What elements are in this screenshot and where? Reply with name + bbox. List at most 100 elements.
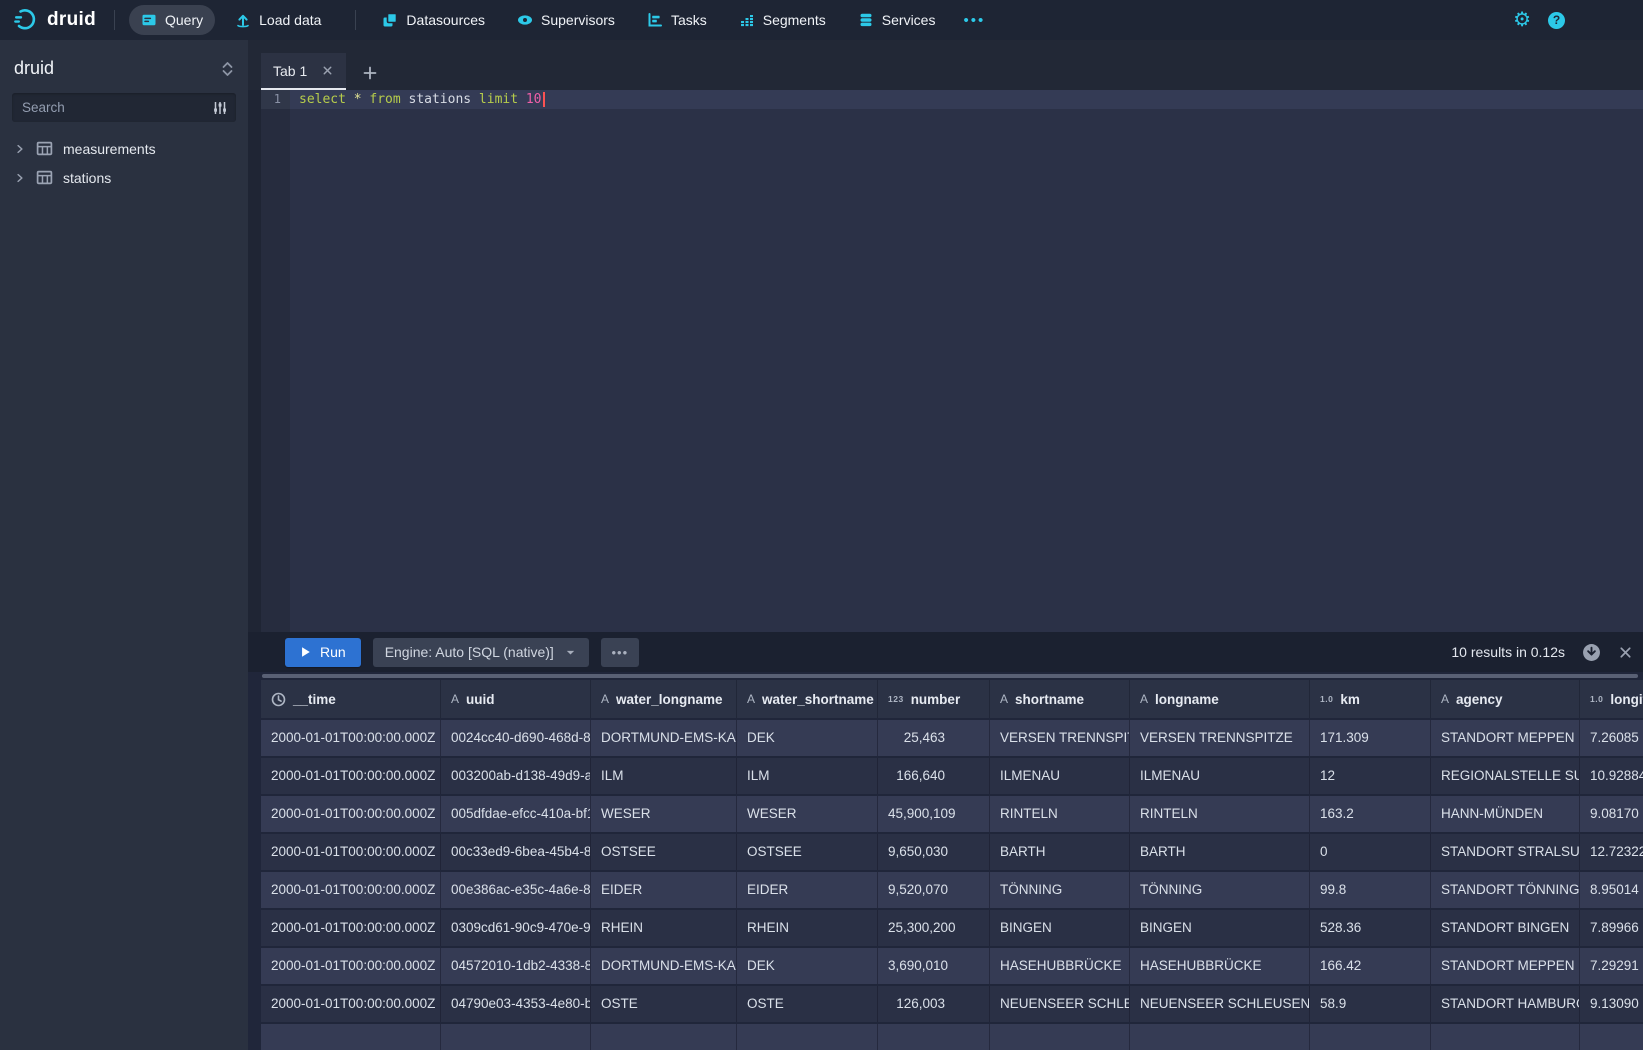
column-header-time[interactable]: __time	[261, 680, 441, 718]
table-row[interactable]: 2000-01-01T00:00:00.000Z 04572010-1db2-4…	[261, 948, 1643, 986]
table-cell: 0309cd61-90c9-470e-99	[441, 910, 591, 946]
table-cell: 163.2	[1310, 796, 1431, 832]
table-row[interactable]: 2000-01-01T00:00:00.000Z 005dfdae-efcc-4…	[261, 796, 1643, 834]
table-cell: 2000-01-01T00:00:00.000Z	[261, 986, 441, 1022]
engine-label: Engine: Auto [SQL (native)]	[385, 644, 554, 660]
table-cell: 25,300,200	[878, 910, 990, 946]
column-header-longitude[interactable]: 1.0 longitude	[1580, 680, 1643, 718]
table-cell: BARTH	[1130, 834, 1310, 870]
table-cell: 2000-01-01T00:00:00.000Z	[261, 720, 441, 756]
column-header-water-shortname[interactable]: A water_shortname	[737, 680, 878, 718]
table-cell: STANDORT BINGEN	[1431, 910, 1580, 946]
nav-item-query[interactable]: Query	[129, 5, 215, 35]
text-cursor	[543, 92, 545, 107]
editor-code-area[interactable]: select*fromstationslimit10	[290, 90, 1643, 632]
table-row[interactable]: 2000-01-01T00:00:00.000Z 003200ab-d138-4…	[261, 758, 1643, 796]
column-header-water-longname[interactable]: A water_longname	[591, 680, 737, 718]
nav-item-label: Load data	[259, 12, 321, 28]
column-header-number[interactable]: 123 number	[878, 680, 990, 718]
nav-item-datasources[interactable]: Datasources	[370, 5, 497, 35]
top-navbar: druid Query Load data Datasources	[0, 0, 1643, 40]
column-header-longname[interactable]: A longname	[1130, 680, 1310, 718]
schema-sidebar: druid	[0, 40, 248, 1050]
table-cell: 9.13090	[1580, 986, 1643, 1022]
nav-item-services[interactable]: Services	[846, 5, 948, 35]
table-cell: HASEHUBBRÜCKE	[1130, 948, 1310, 984]
column-header-uuid[interactable]: A uuid	[441, 680, 591, 718]
float-type-icon: 1.0	[1320, 694, 1333, 704]
column-name: longname	[1155, 692, 1219, 707]
table-cell: ILM	[737, 758, 878, 794]
table-cell: 10.92884	[1580, 758, 1643, 794]
number-type-icon: 123	[888, 694, 904, 704]
table-row[interactable]: 2000-01-01T00:00:00.000Z 04790e03-4353-4…	[261, 986, 1643, 1024]
sidebar-title: druid	[14, 58, 54, 79]
table-row[interactable]: 2000-01-01T00:00:00.000Z 00c33ed9-6bea-4…	[261, 834, 1643, 872]
table-icon	[36, 140, 53, 157]
table-cell: VERSEN TRENNSPITZE	[990, 720, 1130, 756]
column-name: water_longname	[616, 692, 723, 707]
table-cell: 9,650,030	[878, 834, 990, 870]
table-cell: 171.309	[1310, 720, 1431, 756]
help-icon[interactable]: ?	[1548, 12, 1565, 29]
add-tab-button[interactable]	[362, 65, 378, 81]
close-tab-icon[interactable]	[321, 64, 334, 77]
table-cell: 04572010-1db2-4338-85	[441, 948, 591, 984]
table-cell: 528.36	[1310, 910, 1431, 946]
filter-sliders-icon[interactable]	[212, 100, 228, 116]
close-results-button[interactable]	[1618, 645, 1633, 660]
table-cell: 2000-01-01T00:00:00.000Z	[261, 872, 441, 908]
table-row[interactable]: 2000-01-01T00:00:00.000Z 00e386ac-e35c-4…	[261, 872, 1643, 910]
gear-icon[interactable]: ⚙	[1513, 10, 1531, 30]
druid-logo[interactable]: druid	[14, 8, 96, 32]
sql-query-line[interactable]: select*fromstationslimit10	[290, 90, 1643, 109]
table-row[interactable]: 2000-01-01T00:00:00.000Z 0024cc40-d690-4…	[261, 720, 1643, 758]
column-header-agency[interactable]: A agency	[1431, 680, 1580, 718]
chevron-right-icon	[14, 172, 26, 184]
sidebar-item-stations[interactable]: stations	[0, 163, 248, 192]
table-cell: 58.9	[1310, 986, 1431, 1022]
double-caret-vertical-icon[interactable]	[221, 61, 234, 77]
table-cell: 166,640	[878, 758, 990, 794]
supervisors-icon	[517, 12, 533, 28]
column-header-km[interactable]: 1.0 km	[1310, 680, 1431, 718]
nav-item-segments[interactable]: Segments	[727, 5, 838, 35]
table-cell: STANDORT STRALSUND	[1431, 834, 1580, 870]
column-header-shortname[interactable]: A shortname	[990, 680, 1130, 718]
run-button[interactable]: Run	[285, 638, 361, 667]
query-more-button[interactable]: •••	[601, 638, 639, 667]
table-cell: 166.42	[1310, 948, 1431, 984]
table-cell: 0	[1310, 834, 1431, 870]
table-cell: HANN-MÜNDEN	[1431, 796, 1580, 832]
nav-more-button[interactable]: •••	[955, 12, 993, 29]
tab-1[interactable]: Tab 1	[261, 53, 346, 90]
nav-divider	[355, 10, 356, 30]
tree-item-label: stations	[63, 170, 111, 186]
table-row[interactable]: 2000-01-01T00:00:00.000Z 0309cd61-90c9-4…	[261, 910, 1643, 948]
nav-item-supervisors[interactable]: Supervisors	[505, 5, 627, 35]
plus-icon	[362, 65, 378, 81]
nav-item-label: Segments	[763, 12, 826, 28]
sql-editor[interactable]: 1 select*fromstationslimit10	[248, 90, 1643, 632]
horizontal-scrollbar[interactable]	[262, 674, 1638, 678]
nav-item-tasks[interactable]: Tasks	[635, 5, 719, 35]
line-number: 1	[261, 90, 290, 109]
table-cell: HASEHUBBRÜCKE	[990, 948, 1130, 984]
sidebar-item-measurements[interactable]: measurements	[0, 134, 248, 163]
table-cell: DEK	[737, 948, 878, 984]
nav-item-label: Datasources	[406, 12, 485, 28]
table-cell: 2000-01-01T00:00:00.000Z	[261, 910, 441, 946]
search-input[interactable]	[20, 99, 212, 116]
results-table-body: 2000-01-01T00:00:00.000Z 0024cc40-d690-4…	[261, 720, 1643, 1024]
table-cell: 7.29291	[1580, 948, 1643, 984]
table-cell: 7.26085	[1580, 720, 1643, 756]
table-cell: OSTSEE	[591, 834, 737, 870]
logo-text: druid	[47, 9, 96, 31]
sql-identifier: stations	[409, 92, 472, 107]
table-cell: 12	[1310, 758, 1431, 794]
download-results-button[interactable]	[1582, 643, 1601, 662]
engine-select[interactable]: Engine: Auto [SQL (native)]	[373, 638, 589, 667]
string-type-icon: A	[451, 692, 459, 706]
nav-item-load-data[interactable]: Load data	[223, 5, 333, 35]
table-cell: 25,463	[878, 720, 990, 756]
